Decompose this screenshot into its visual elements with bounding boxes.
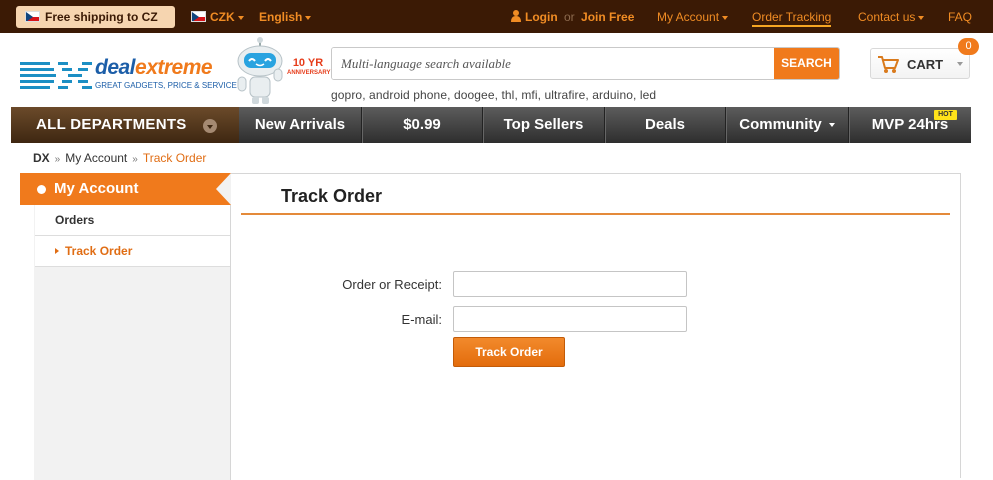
breadcrumb-dx[interactable]: DX — [33, 151, 50, 165]
chevron-down-icon — [237, 15, 244, 20]
track-order-button[interactable]: Track Order — [453, 337, 565, 367]
login-area: Login or Join Free — [511, 0, 634, 33]
breadcrumb-current: Track Order — [142, 151, 207, 165]
my-account-menu[interactable]: My Account — [657, 0, 729, 33]
nav-deals[interactable]: Deals — [605, 107, 725, 143]
language-label: English — [259, 10, 303, 24]
main-nav: ALL DEPARTMENTS New Arrivals $0.99 Top S… — [11, 107, 971, 143]
order-tracking-link[interactable]: Order Tracking — [752, 0, 832, 33]
anniversary-label: ANNIVERSARY — [287, 70, 331, 76]
logo-word-deal: deal — [95, 56, 136, 79]
contact-label: Contact us — [858, 10, 916, 24]
czech-flag-icon — [25, 11, 40, 22]
cart-button[interactable]: CART — [870, 48, 970, 79]
order-label: Order or Receipt: — [342, 277, 442, 292]
search-input[interactable] — [332, 48, 774, 79]
chevron-down-icon — [203, 119, 217, 133]
czech-flag-icon — [191, 11, 206, 23]
cart-label: CART — [907, 57, 944, 72]
chevron-down-icon — [305, 15, 312, 20]
user-icon — [511, 10, 521, 22]
email-label: E-mail: — [401, 312, 442, 327]
breadcrumb-separator: » — [54, 154, 61, 165]
search-bar: SEARCH — [331, 47, 840, 80]
cart-count-badge: 0 — [958, 38, 979, 55]
login-link[interactable]: Login — [525, 10, 558, 24]
all-departments-menu[interactable]: ALL DEPARTMENTS — [11, 107, 239, 143]
faq-link[interactable]: FAQ — [948, 0, 972, 33]
nav-top-sellers[interactable]: Top Sellers — [483, 107, 604, 143]
order-input[interactable] — [453, 271, 687, 297]
nav-community-label: Community — [739, 116, 822, 133]
title-divider — [241, 213, 950, 215]
chevron-down-icon — [957, 62, 963, 66]
logo-wordmark[interactable]: dealextreme — [95, 56, 213, 80]
page-title: Track Order — [281, 186, 383, 206]
search-button[interactable]: SEARCH — [774, 48, 839, 79]
breadcrumb: DX » My Account » Track Order — [33, 151, 206, 165]
nav-community[interactable]: Community — [726, 107, 848, 143]
email-input[interactable] — [453, 306, 687, 332]
currency-label: CZK — [210, 10, 235, 24]
my-account-label: My Account — [657, 10, 720, 24]
order-tracking-label: Order Tracking — [752, 10, 832, 27]
logo-word-extreme: extreme — [135, 56, 213, 79]
robot-mascot-icon — [237, 37, 283, 104]
contact-menu[interactable]: Contact us — [858, 0, 925, 33]
cart-icon — [878, 56, 899, 73]
top-bar: Free shipping to CZ CZK English Login or… — [0, 0, 993, 33]
anniversary-badge: 10 YR ANNIVERSARY — [287, 57, 331, 76]
join-free-link[interactable]: Join Free — [581, 10, 634, 24]
chevron-down-icon — [918, 15, 925, 20]
breadcrumb-separator: » — [132, 154, 138, 165]
dx-logo-icon[interactable] — [20, 58, 94, 92]
nav-099[interactable]: $0.99 — [362, 107, 482, 143]
currency-selector[interactable]: CZK — [191, 0, 244, 33]
language-selector[interactable]: English — [259, 0, 312, 33]
free-shipping-badge[interactable]: Free shipping to CZ — [16, 6, 175, 28]
hot-badge: HOT — [934, 110, 957, 120]
free-shipping-label: Free shipping to CZ — [45, 10, 158, 24]
chevron-down-icon — [722, 15, 729, 20]
search-suggestions[interactable]: gopro, android phone, doogee, thl, mfi, … — [331, 88, 656, 102]
sidebar-heading: My Account — [20, 173, 231, 205]
chevron-down-icon — [828, 123, 835, 128]
sidebar-item-orders[interactable]: Orders — [35, 205, 230, 236]
anniversary-years: 10 YR — [292, 57, 324, 69]
or-text: or — [564, 10, 575, 24]
all-departments-label: ALL DEPARTMENTS — [36, 116, 187, 133]
arrow-right-icon — [55, 248, 59, 254]
sidebar-item-label: Track Order — [65, 244, 133, 258]
breadcrumb-my-account[interactable]: My Account — [65, 151, 127, 165]
logo-tagline: GREAT GADGETS, PRICE & SERVICE — [95, 81, 237, 90]
bullet-icon — [37, 185, 46, 194]
nav-new-arrivals[interactable]: New Arrivals — [239, 107, 361, 143]
sidebar-heading-label: My Account — [54, 180, 139, 197]
sidebar-item-track-order[interactable]: Track Order — [35, 236, 230, 267]
